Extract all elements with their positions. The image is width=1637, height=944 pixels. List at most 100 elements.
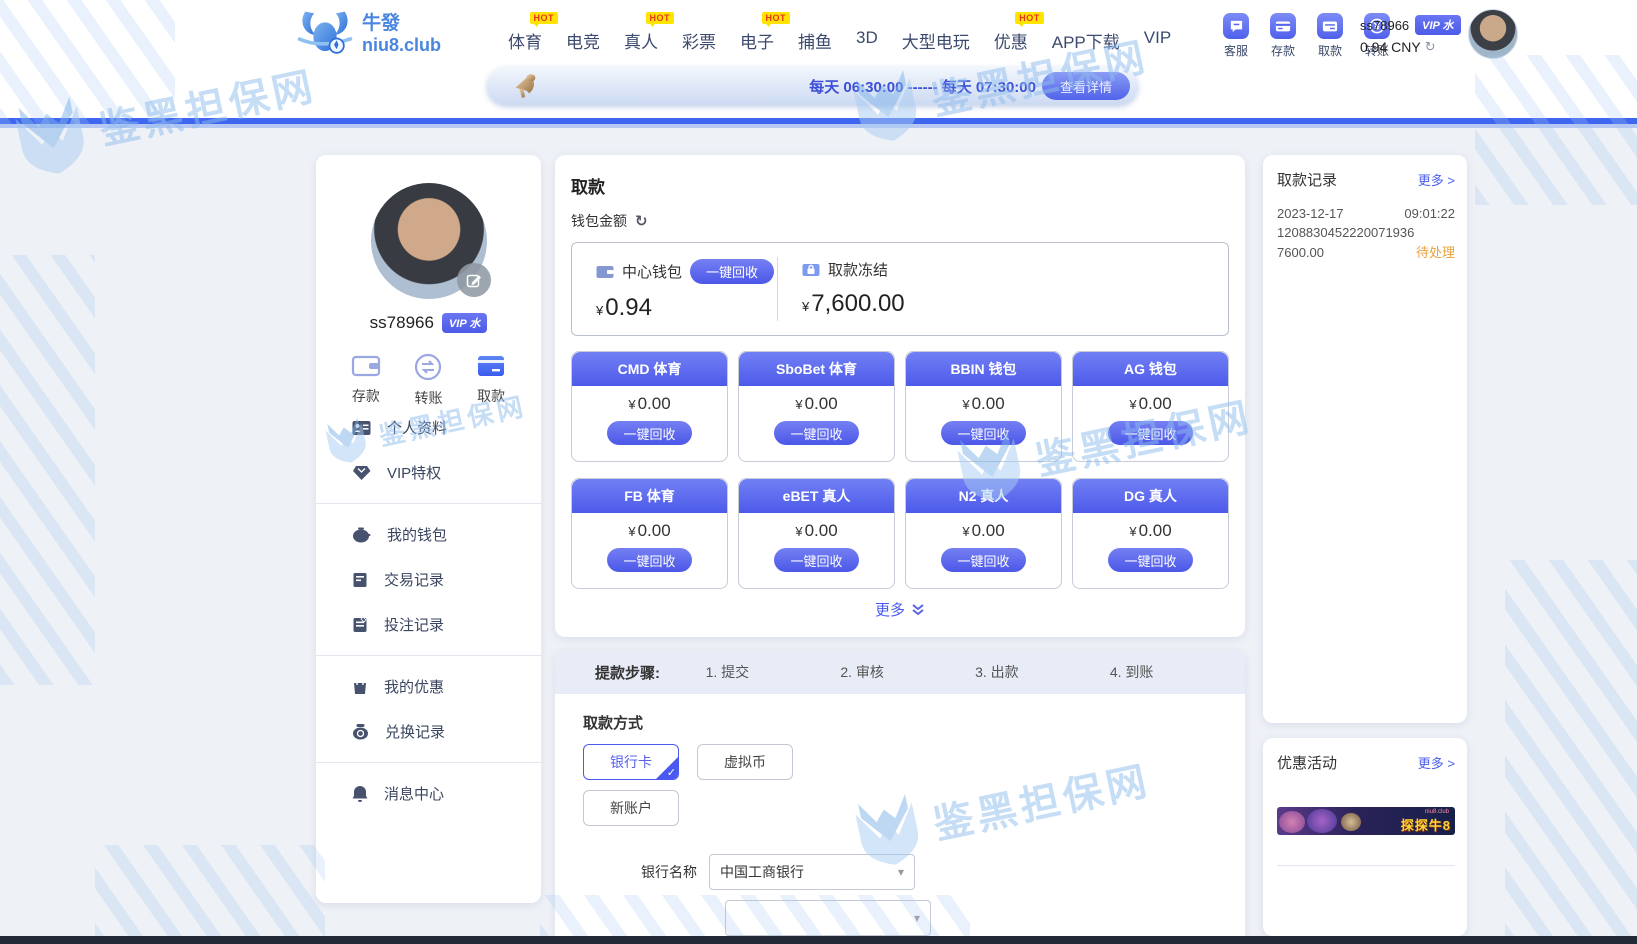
hot-badge: HOT bbox=[762, 12, 791, 24]
game-wallet-card-ag: AG 钱包 ¥0.00 一键回收 bbox=[1072, 351, 1229, 462]
quick-transfer[interactable]: 转账 bbox=[414, 353, 442, 408]
quick-withdraw[interactable]: 取款 bbox=[476, 353, 506, 408]
nav-item-3d[interactable]: 3D bbox=[856, 22, 878, 53]
nav-item-fishing[interactable]: 捕鱼 bbox=[798, 22, 832, 53]
sidebar-item-exchange-records[interactable]: 兑换记录 bbox=[316, 709, 541, 754]
nav-label: 捕鱼 bbox=[798, 33, 832, 52]
withdraw-steps-bar: 提款步骤: 1. 提交 2. 审核 3. 出款 4. 到账 bbox=[555, 650, 1245, 694]
bank-name-select[interactable]: 中国工商银行 ▾ bbox=[709, 854, 915, 890]
chevron-down-icon: ▾ bbox=[898, 865, 904, 879]
brand-text: 牛發 niu8.club bbox=[362, 13, 441, 56]
vip-badge[interactable]: VIP 水 bbox=[1415, 15, 1460, 35]
page: 牛發 niu8.club HOT 体育 电竞 HOT 真人 彩票 HOT 电子 … bbox=[0, 0, 1637, 944]
nav-item-vip[interactable]: VIP bbox=[1144, 22, 1171, 53]
game-wallet-grid: CMD 体育 ¥0.00 一键回收 SboBet 体育 ¥0.00 一键回收 B… bbox=[571, 351, 1229, 589]
profile-vip-badge[interactable]: VIP 水 bbox=[442, 313, 487, 333]
recycle-button[interactable]: 一键回收 bbox=[1108, 548, 1192, 572]
nav-item-esports[interactable]: 电竞 bbox=[566, 22, 600, 53]
sidebar-item-vip[interactable]: VIP特权 bbox=[316, 450, 541, 495]
refresh-balance-icon[interactable]: ↻ bbox=[1425, 39, 1436, 55]
sidebar-item-message-center[interactable]: 消息中心 bbox=[316, 771, 541, 816]
sidebar-item-my-promos[interactable]: 我的优惠 bbox=[316, 664, 541, 709]
main-nav: HOT 体育 电竞 HOT 真人 彩票 HOT 电子 捕鱼 3D 大型电玩 HO… bbox=[508, 22, 1171, 53]
nav-label: 3D bbox=[856, 28, 878, 47]
frozen-wallet-amount: ¥7,600.00 bbox=[802, 290, 1228, 318]
currency-symbol: ¥ bbox=[795, 524, 802, 539]
nav-item-app-download[interactable]: APP下载 bbox=[1052, 22, 1120, 53]
promotion-banner[interactable]: niu8.club 探探牛8 bbox=[1277, 807, 1455, 835]
game-wallet-card-dg: DG 真人 ¥0.00 一键回收 bbox=[1072, 478, 1229, 589]
transfer-circle-icon bbox=[414, 353, 442, 381]
promotions-panel: 优惠活动 更多 > niu8.club 探探牛8 bbox=[1263, 738, 1467, 936]
game-wallet-amount: 0.00 bbox=[805, 521, 838, 540]
view-details-button[interactable]: 查看详情 bbox=[1042, 72, 1130, 100]
shopping-bag-icon bbox=[352, 678, 368, 695]
sidebar-item-my-wallet[interactable]: 我的钱包 bbox=[316, 512, 541, 557]
method-label: 虚拟币 bbox=[724, 754, 766, 770]
recycle-button[interactable]: 一键回收 bbox=[1108, 421, 1192, 445]
records-title: 取款记录 bbox=[1277, 169, 1337, 190]
nav-label: 电竞 bbox=[566, 33, 600, 52]
nav-item-arcade[interactable]: 大型电玩 bbox=[902, 22, 970, 53]
step-payout: 3. 出款 bbox=[975, 662, 1019, 682]
sidebar-item-transactions[interactable]: 交易记录 bbox=[316, 557, 541, 602]
withdraw-record-item[interactable]: 2023-12-17 09:01:22 1208830452220071936 … bbox=[1277, 204, 1455, 262]
background-stripes bbox=[95, 845, 325, 944]
currency-symbol: ¥ bbox=[802, 299, 809, 314]
bottom-page-edge bbox=[0, 936, 1637, 944]
nav-item-live[interactable]: HOT 真人 bbox=[624, 22, 658, 53]
sidebar-item-bet-records[interactable]: 投注记录 bbox=[316, 602, 541, 647]
recycle-button[interactable]: 一键回收 bbox=[774, 548, 858, 572]
game-wallet-amount: 0.00 bbox=[1139, 521, 1172, 540]
nav-item-sports[interactable]: HOT 体育 bbox=[508, 22, 542, 53]
recycle-button[interactable]: 一键回收 bbox=[607, 548, 691, 572]
pencil-icon bbox=[466, 272, 482, 288]
withdraw-button[interactable]: 取款 bbox=[1312, 13, 1348, 59]
withdraw-records-panel: 取款记录 更多 > 2023-12-17 09:01:22 1208830452… bbox=[1263, 155, 1467, 723]
nav-item-slots[interactable]: HOT 电子 bbox=[740, 22, 774, 53]
recycle-button[interactable]: 一键回收 bbox=[607, 421, 691, 445]
balance: 0.94 CNY ↻ bbox=[1360, 39, 1461, 55]
deposit-button[interactable]: 存款 bbox=[1265, 13, 1301, 59]
deposit-card-icon bbox=[1270, 13, 1296, 39]
brand-logo[interactable]: 牛發 niu8.club bbox=[296, 8, 441, 60]
nav-label: VIP bbox=[1144, 28, 1171, 47]
record-date: 2023-12-17 bbox=[1277, 204, 1344, 223]
refresh-wallet-icon[interactable]: ↻ bbox=[635, 212, 648, 230]
method-bank-card-button[interactable]: 银行卡 ✓ bbox=[583, 744, 679, 780]
next-field-select[interactable]: ▾ bbox=[725, 900, 931, 936]
currency-symbol: ¥ bbox=[962, 397, 969, 412]
recycle-button[interactable]: 一键回收 bbox=[774, 421, 858, 445]
records-more-link[interactable]: 更多 > bbox=[1418, 170, 1455, 189]
more-wallets-button[interactable]: 更多 bbox=[555, 599, 1245, 620]
nav-label: 体育 bbox=[508, 33, 542, 52]
quick-deposit[interactable]: 存款 bbox=[351, 353, 381, 408]
recycle-button[interactable]: 一键回收 bbox=[941, 548, 1025, 572]
menu-divider bbox=[316, 762, 541, 763]
edit-avatar-button[interactable] bbox=[457, 263, 491, 297]
recycle-button[interactable]: 一键回收 bbox=[941, 421, 1025, 445]
recycle-all-button[interactable]: 一键回收 bbox=[690, 259, 774, 284]
method-crypto-button[interactable]: 虚拟币 bbox=[697, 744, 793, 780]
wallet-icon bbox=[596, 265, 614, 279]
game-wallet-name: DG 真人 bbox=[1073, 479, 1228, 513]
avatar[interactable] bbox=[1468, 9, 1518, 59]
check-icon: ✓ bbox=[667, 766, 676, 779]
currency-symbol: ¥ bbox=[596, 303, 603, 318]
method-new-account-button[interactable]: 新账户 bbox=[583, 790, 679, 826]
menu-label: VIP特权 bbox=[387, 462, 441, 483]
sidebar-item-profile[interactable]: 个人资料 bbox=[316, 405, 541, 450]
method-label: 银行卡 bbox=[610, 754, 652, 770]
game-wallet-name: eBET 真人 bbox=[739, 479, 894, 513]
menu-label: 个人资料 bbox=[387, 417, 447, 438]
frozen-wallet-label: 取款冻结 bbox=[828, 259, 888, 280]
customer-service-button[interactable]: 客服 bbox=[1218, 13, 1254, 59]
nav-item-promo[interactable]: HOT 优惠 bbox=[994, 22, 1028, 53]
promotions-more-link[interactable]: 更多 > bbox=[1418, 753, 1455, 772]
bell-icon bbox=[352, 785, 368, 802]
money-pot-icon bbox=[352, 723, 369, 740]
nav-item-lottery[interactable]: 彩票 bbox=[682, 22, 716, 53]
steps-label: 提款步骤: bbox=[595, 662, 660, 683]
banner-figure bbox=[1341, 813, 1361, 831]
game-wallet-card-ebet: eBET 真人 ¥0.00 一键回收 bbox=[738, 478, 895, 589]
